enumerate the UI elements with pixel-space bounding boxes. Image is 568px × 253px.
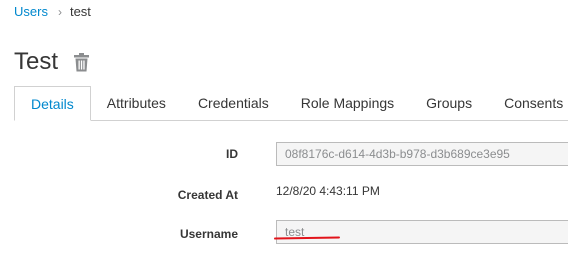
tab-bar: Details Attributes Credentials Role Mapp… bbox=[14, 86, 568, 121]
tab-credentials[interactable]: Credentials bbox=[182, 86, 285, 120]
breadcrumb: Users › test bbox=[14, 4, 91, 20]
trash-icon[interactable] bbox=[74, 52, 90, 72]
tab-groups[interactable]: Groups bbox=[410, 86, 488, 120]
breadcrumb-current: test bbox=[69, 4, 91, 19]
tab-role-mappings[interactable]: Role Mappings bbox=[285, 86, 410, 120]
chevron-right-icon: › bbox=[57, 5, 62, 19]
id-field[interactable]: 08f8176c-d614-4d3b-b978-d3b689ce3e95 bbox=[276, 142, 568, 166]
breadcrumb-users-link[interactable]: Users bbox=[14, 4, 48, 20]
username-label: Username bbox=[179, 227, 238, 241]
tab-attributes[interactable]: Attributes bbox=[91, 86, 182, 120]
page-header: Test bbox=[14, 47, 90, 77]
created-at-value: 12/8/20 4:43:11 PM bbox=[276, 184, 380, 198]
id-label: ID bbox=[226, 147, 238, 161]
tab-details[interactable]: Details bbox=[14, 86, 91, 121]
page-title: Test bbox=[14, 48, 59, 75]
tab-consents[interactable]: Consents bbox=[488, 86, 568, 120]
created-at-label: Created At bbox=[177, 188, 238, 202]
username-field[interactable]: test bbox=[276, 220, 568, 244]
